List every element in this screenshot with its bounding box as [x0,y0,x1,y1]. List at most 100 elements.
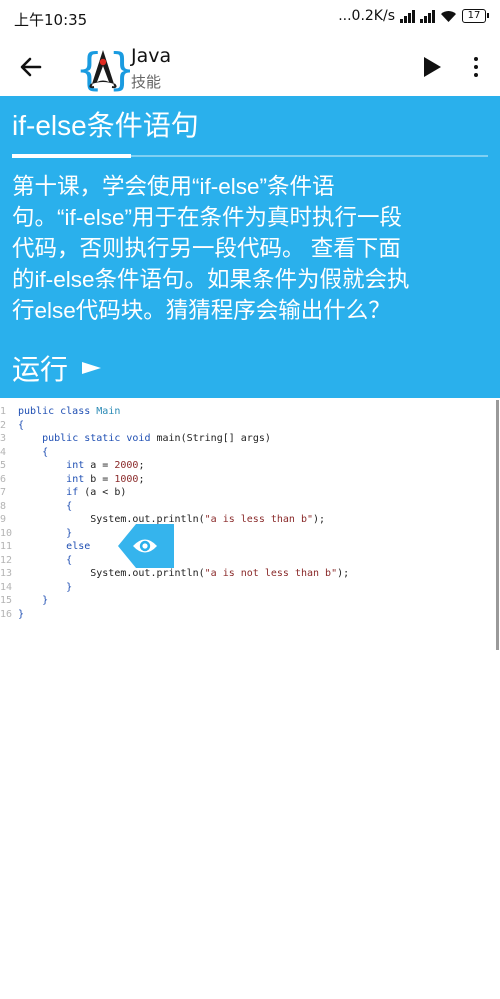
code-token: if [66,487,85,498]
code-line: 6 int b = 1000; [0,473,490,487]
lesson-progress-bar [12,154,131,158]
lesson-line: 的if-else条件语句。如果条件为假就会执 [12,267,410,292]
network-speed: ...0.2K/s [338,8,395,24]
line-number: 15 [0,595,13,606]
code-text: } [18,527,72,541]
line-number: 6 [0,473,7,485]
code-line: 8 { [0,500,490,514]
signal-icon [400,9,415,23]
code-token: 1000 [114,473,139,485]
code-token: public class [18,406,97,417]
code-text: int b = 1000; [18,473,144,487]
code-token: public static void [42,433,157,444]
line-number: 4 [0,446,7,458]
code-token: ); [313,514,326,525]
battery-icon: 17 [462,9,489,23]
wifi-icon [441,10,456,22]
lesson-line: 第十课，学会使用“if-else”条件语 [12,174,335,199]
code-line: 3 public static void main(String[] args) [0,432,490,446]
signal-2-icon [420,9,435,23]
play-icon [424,57,441,77]
lesson-description: 第十课，学会使用“if-else”条件语 句。“if-else”用于在条件为真时… [12,171,488,326]
app-title: Java [131,45,172,67]
line-number: 13 [0,568,13,579]
code-text: int a = 2000; [18,459,144,473]
code-scrollbar[interactable] [496,400,499,650]
code-text: } [18,594,48,608]
code-token: int [66,460,91,471]
code-token: "a is less than b" [204,514,314,525]
show-output-button[interactable] [118,518,174,574]
code-token: 2000 [114,460,139,471]
more-vert-icon [474,57,478,61]
line-number: 10 [0,527,13,539]
lesson-title: if-else条件语句 [12,110,199,141]
lesson-line: 行else代码块。猜猜程序会输出什么？ [12,298,391,323]
line-number: 8 [0,500,7,512]
code-token: ; [138,473,145,485]
code-token: } [66,527,73,539]
app-subtitle: 技能 [131,73,162,91]
code-token: } [18,608,25,620]
code-line: 10 } [0,527,490,541]
code-line: 7 if (a < b) [0,486,490,500]
run-button[interactable]: 运行 [12,348,102,388]
code-token: } [42,595,49,606]
code-line: 5 int a = 2000; [0,459,490,473]
java-duke-logo: { } [76,44,130,94]
code-line: 2{ [0,419,490,433]
code-token: else [66,541,91,552]
code-line: 13 System.out.println("a is not less tha… [0,567,490,581]
arrow-left-icon [20,57,42,77]
code-token: main(String[] args) [156,433,271,444]
line-number: 5 [0,460,7,471]
code-line: 4 { [0,446,490,460]
code-token: ); [337,568,350,579]
code-token: a = [90,460,115,471]
status-indicators: ...0.2K/s 17 [338,8,489,24]
code-token: b = [90,473,115,485]
code-token: { [66,554,73,566]
line-number: 3 [0,433,7,444]
line-number: 12 [0,554,13,566]
code-token: int [66,473,91,485]
code-token: "a is not less than b" [204,568,338,579]
back-button[interactable] [14,50,48,84]
line-number: 1 [0,406,7,417]
code-text: else [18,540,90,554]
run-arrow-icon [82,362,102,374]
more-options-button[interactable] [466,52,486,82]
code-text: if (a < b) [18,486,126,500]
lesson-panel: if-else条件语句 第十课，学会使用“if-else”条件语 句。“if-e… [0,96,500,398]
code-text: { [18,554,72,568]
code-line: 14 } [0,581,490,595]
line-number: 9 [0,514,7,525]
code-line: 12 { [0,554,490,568]
code-token: { [66,500,73,512]
code-text: public class Main [18,405,120,419]
code-text: } [18,581,72,595]
code-text: System.out.println("a is not less than b… [18,567,349,581]
run-code-button[interactable] [418,52,446,82]
line-number: 7 [0,487,7,498]
run-label: 运行 [12,354,69,385]
code-line: 9 System.out.println("a is less than b")… [0,513,490,527]
code-text: { [18,419,24,433]
code-line: 15 } [0,594,490,608]
status-bar: 上午10:35 ...0.2K/s 17 [0,0,500,36]
code-token: ; [138,460,145,471]
code-text: { [18,500,72,514]
battery-level: 17 [467,10,481,21]
code-token: } [66,581,73,593]
line-number: 2 [0,419,7,431]
code-line: 16} [0,608,490,622]
code-token: (a < b) [84,487,127,498]
code-editor[interactable]: 1 public class Main 2{3 public static void… [0,400,496,620]
code-line: 11 else [0,540,490,554]
code-line: 1 public class Main [0,405,490,419]
code-text: public static void main(String[] args) [18,432,271,446]
code-token: { [42,446,49,458]
app-bar: { } Java 技能 [0,36,500,96]
line-number: 14 [0,581,13,593]
line-number: 11 [0,541,13,552]
